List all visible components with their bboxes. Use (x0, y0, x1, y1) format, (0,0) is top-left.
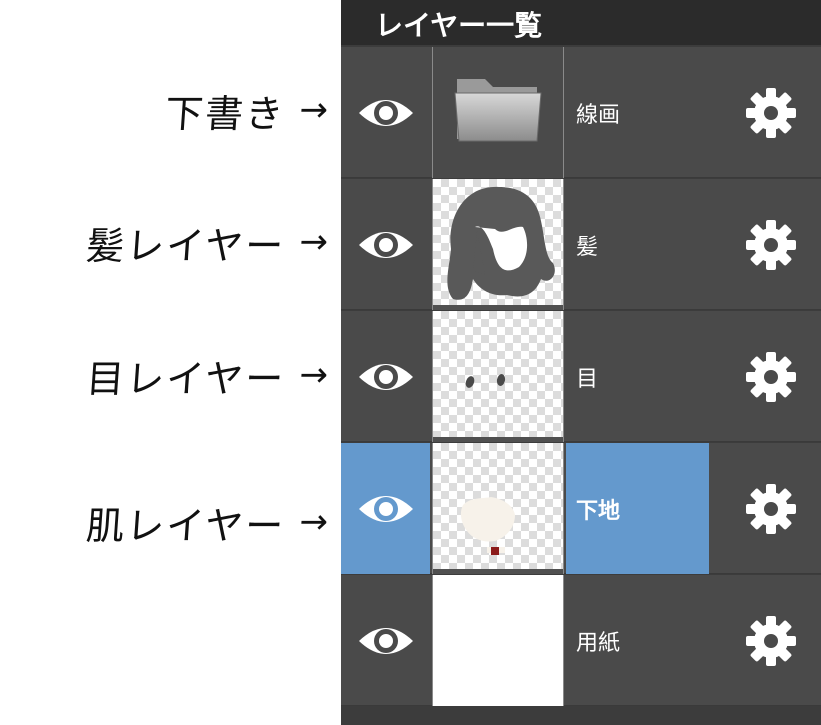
arrow-right-icon: → (298, 355, 332, 395)
annotation-skin-text: 肌レイヤー (84, 503, 287, 548)
layer-settings-button[interactable] (721, 311, 821, 442)
gear-icon (746, 87, 796, 138)
annotation-draft: 下書き → (38, 80, 332, 140)
annotation-eyes-text: 目レイヤー (84, 356, 287, 401)
layer-name[interactable]: 下地 (566, 443, 709, 574)
layer-row-lineart[interactable]: 線画 (341, 47, 821, 178)
layer-thumbnail[interactable] (432, 179, 564, 310)
gear-icon (746, 483, 796, 534)
annotation-hair-text: 髪レイヤー (84, 223, 287, 268)
thumbnail-bar (433, 437, 563, 442)
layer-panel: レイヤー一覧 線画 髪 目 下地 用紙 (341, 0, 821, 725)
thumbnail-bar (433, 569, 563, 574)
arrow-right-icon: → (298, 222, 332, 262)
layer-thumbnail[interactable] (432, 443, 564, 574)
layer-thumbnail[interactable] (432, 47, 564, 178)
gear-icon (746, 219, 796, 270)
visibility-toggle[interactable] (341, 443, 430, 574)
layer-thumbnail[interactable] (432, 311, 564, 442)
annotation-skin: 肌レイヤー → (38, 492, 332, 552)
layer-settings-button[interactable] (721, 47, 821, 178)
layer-name[interactable]: 線画 (566, 47, 709, 178)
layer-row-base[interactable]: 下地 (341, 443, 821, 574)
visibility-toggle[interactable] (341, 311, 430, 442)
layer-name[interactable]: 髪 (566, 179, 709, 310)
layer-name[interactable]: 目 (566, 311, 709, 442)
visibility-toggle[interactable] (341, 47, 430, 178)
hair-drawing (447, 186, 555, 300)
eye-icon (358, 231, 413, 258)
layer-settings-button[interactable] (721, 575, 821, 706)
eye-icon (358, 99, 413, 126)
layer-name[interactable]: 用紙 (566, 575, 709, 706)
layer-row-paper[interactable]: 用紙 (341, 575, 821, 706)
panel-title: レイヤー一覧 (375, 9, 543, 42)
annotation-hair: 髪レイヤー → (38, 212, 332, 272)
layer-settings-button[interactable] (721, 443, 821, 574)
gear-icon (746, 351, 796, 402)
eye-icon (358, 627, 413, 654)
skin-drawing (460, 497, 515, 555)
layer-row-eyes[interactable]: 目 (341, 311, 821, 442)
annotation-eyes: 目レイヤー → (38, 345, 332, 405)
panel-bottom-bar (341, 706, 821, 725)
arrow-right-icon: → (298, 90, 332, 130)
thumbnail-bar (433, 305, 563, 310)
visibility-toggle[interactable] (341, 575, 430, 706)
layer-thumbnail[interactable] (432, 575, 564, 706)
panel-header: レイヤー一覧 (341, 0, 821, 45)
eye-icon (358, 495, 413, 522)
visibility-toggle[interactable] (341, 179, 430, 310)
layer-row-hair[interactable]: 髪 (341, 179, 821, 310)
layer-settings-button[interactable] (721, 179, 821, 310)
annotation-draft-text: 下書き (163, 91, 287, 136)
gear-icon (746, 615, 796, 666)
folder-icon (454, 79, 542, 142)
eyes-drawing (465, 374, 506, 388)
arrow-right-icon: → (298, 502, 332, 542)
eye-icon (358, 363, 413, 390)
